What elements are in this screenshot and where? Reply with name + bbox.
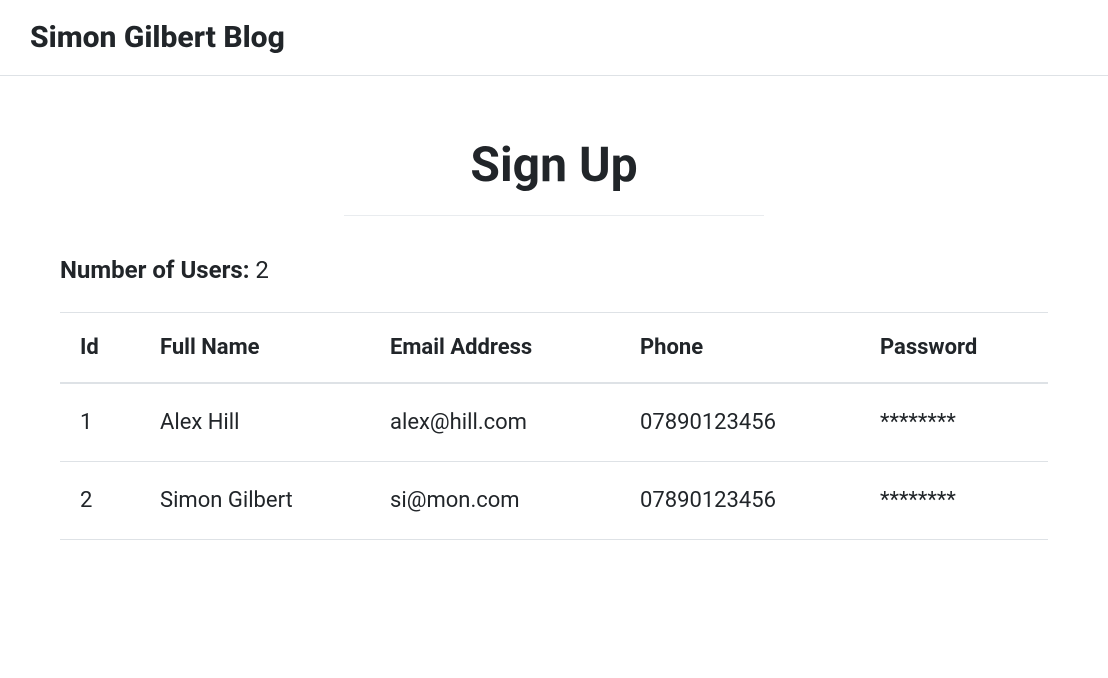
- table-header-row: Id Full Name Email Address Phone Passwor…: [60, 313, 1048, 384]
- user-count-value: 2: [255, 256, 269, 284]
- table-row: 2 Simon Gilbert si@mon.com 07890123456 *…: [60, 462, 1048, 540]
- site-header: Simon Gilbert Blog: [0, 0, 1108, 76]
- cell-id: 1: [60, 383, 140, 462]
- column-header-email: Email Address: [370, 313, 620, 384]
- cell-phone: 07890123456: [620, 383, 860, 462]
- cell-fullname: Simon Gilbert: [140, 462, 370, 540]
- table-row: 1 Alex Hill alex@hill.com 07890123456 **…: [60, 383, 1048, 462]
- column-header-phone: Phone: [620, 313, 860, 384]
- cell-password: ********: [860, 383, 1048, 462]
- column-header-fullname: Full Name: [140, 313, 370, 384]
- column-header-password: Password: [860, 313, 1048, 384]
- cell-phone: 07890123456: [620, 462, 860, 540]
- cell-password: ********: [860, 462, 1048, 540]
- main-content: Sign Up Number of Users: 2 Id Full Name …: [0, 76, 1108, 540]
- page-title: Sign Up: [344, 136, 764, 216]
- user-count: Number of Users: 2: [60, 256, 1048, 284]
- site-title[interactable]: Simon Gilbert Blog: [30, 20, 1078, 55]
- cell-id: 2: [60, 462, 140, 540]
- page-title-wrap: Sign Up: [344, 136, 764, 216]
- user-count-label: Number of Users:: [60, 256, 249, 284]
- column-header-id: Id: [60, 313, 140, 384]
- cell-email: alex@hill.com: [370, 383, 620, 462]
- cell-email: si@mon.com: [370, 462, 620, 540]
- cell-fullname: Alex Hill: [140, 383, 370, 462]
- users-table: Id Full Name Email Address Phone Passwor…: [60, 312, 1048, 540]
